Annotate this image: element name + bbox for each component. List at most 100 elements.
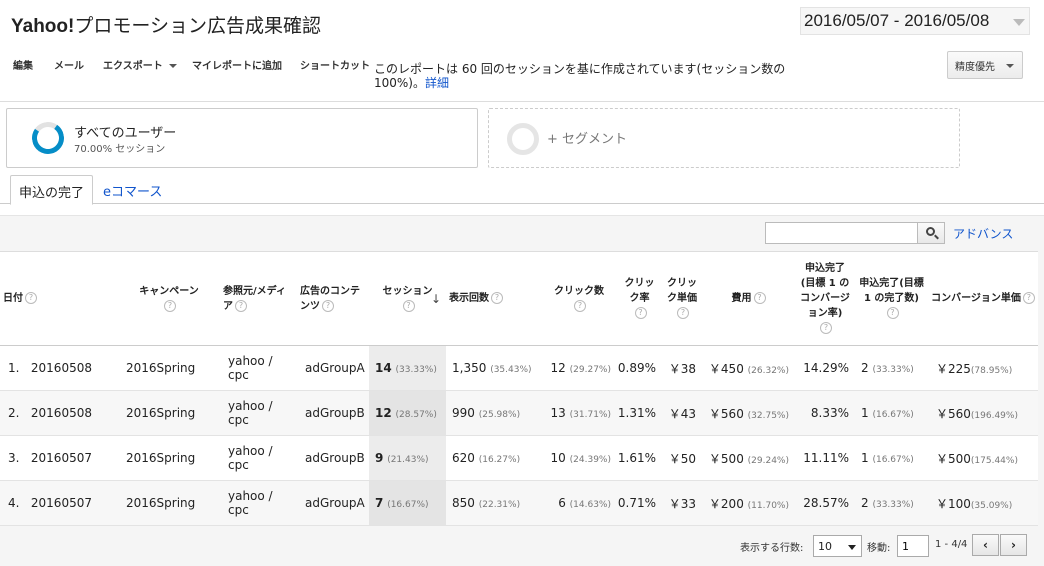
campaign-link[interactable]: 2016Spring	[126, 451, 195, 465]
help-icon[interactable]: ?	[235, 299, 247, 312]
table-row[interactable]: 3. 20160507 2016Spring yahoo / cpc adGroupB…	[0, 435, 1038, 481]
help-icon[interactable]: ?	[402, 299, 415, 312]
add-to-myreport-button[interactable]: マイレポートに追加	[192, 57, 282, 72]
mail-button[interactable]: メール	[54, 57, 84, 72]
cell-campaign: 2016Spring	[118, 480, 220, 526]
campaign-link[interactable]: 2016Spring	[126, 496, 195, 510]
source-link[interactable]: yahoo / cpc	[228, 354, 273, 382]
table-row[interactable]: 2. 20160508 2016Spring yahoo / cpc adGroupB…	[0, 390, 1038, 436]
cost-pct: (11.70%)	[747, 500, 789, 511]
report-tabs: 申込の完了 eコマース	[0, 175, 1044, 205]
source-link[interactable]: yahoo / cpc	[228, 489, 273, 517]
col-header-campaign[interactable]: キャンペーン?	[118, 251, 220, 346]
cost-pct: (26.32%)	[747, 365, 789, 376]
segment-sessions: 70.00% セッション	[74, 144, 166, 155]
shortcut-button[interactable]: ショートカット	[300, 57, 370, 72]
search-input[interactable]	[765, 222, 918, 244]
content-link[interactable]: adGroupB	[305, 451, 365, 465]
cell-ctr: 0.71%	[617, 480, 662, 526]
col-header-impressions[interactable]: 表示回数?	[446, 251, 541, 346]
goto-page-input[interactable]	[897, 535, 929, 557]
detail-link[interactable]: 詳細	[425, 76, 449, 90]
goal-count-pct: (16.67%)	[872, 455, 914, 465]
col-cost-label: 費用	[731, 293, 752, 304]
goal-count-value: 2	[861, 361, 869, 375]
export-button[interactable]: エクスポート	[103, 57, 177, 72]
col-header-goal-count[interactable]: 申込完了(目標 1 の完了数)?	[855, 251, 928, 346]
cell-campaign: 2016Spring	[118, 390, 220, 436]
edit-button[interactable]: 編集	[13, 57, 33, 72]
cell-goal-rate: 28.57%	[795, 480, 855, 526]
col-header-content[interactable]: 広告のコンテンツ?	[297, 251, 369, 346]
col-header-clicks[interactable]: クリック数?	[541, 251, 617, 346]
sessions-pct: (21.43%)	[387, 455, 429, 465]
export-label: エクスポート	[103, 61, 163, 72]
accuracy-select[interactable]: 精度優先	[947, 51, 1023, 79]
cell-clicks: 12 (29.27%)	[541, 345, 617, 391]
help-icon[interactable]: ?	[753, 292, 766, 304]
goal-count-value: 1	[861, 451, 869, 465]
cell-sessions: 14 (33.33%)	[369, 345, 446, 391]
content-link[interactable]: adGroupA	[305, 361, 365, 375]
sessions-pct: (28.57%)	[395, 410, 437, 420]
search-button[interactable]	[917, 222, 945, 244]
col-header-sessions[interactable]: セッション? ↓	[369, 251, 446, 346]
help-icon[interactable]: ?	[677, 307, 689, 319]
col-header-cost[interactable]: 費用?	[702, 251, 795, 346]
cost-value: ￥500	[708, 451, 744, 466]
cost-pct: (32.75%)	[747, 410, 789, 421]
col-header-cpa[interactable]: コンバージョン単価?	[928, 251, 1038, 346]
cell-source: yahoo / cpc	[220, 435, 297, 481]
cell-goal-rate: 8.33%	[795, 390, 855, 436]
advanced-filter-link[interactable]: アドバンス	[953, 225, 1013, 242]
rows-per-page-select[interactable]: 10	[813, 535, 862, 557]
cell-sessions: 7 (16.67%)	[369, 480, 446, 526]
help-icon[interactable]: ?	[491, 292, 503, 304]
help-icon[interactable]: ?	[820, 322, 832, 334]
tab-application-complete[interactable]: 申込の完了	[10, 175, 94, 205]
date-link[interactable]: 20160508	[31, 361, 92, 375]
tab-ecommerce[interactable]: eコマース	[95, 175, 170, 204]
cell-goal-count: 2 (33.33%)	[855, 345, 928, 391]
date-range-picker[interactable]: 2016/05/07 - 2016/05/08	[800, 7, 1030, 35]
prev-page-button[interactable]: ‹	[972, 534, 999, 556]
source-link[interactable]: yahoo / cpc	[228, 444, 273, 472]
help-icon[interactable]: ?	[1022, 292, 1035, 304]
campaign-link[interactable]: 2016Spring	[126, 406, 195, 420]
help-icon[interactable]: ?	[574, 299, 586, 312]
col-impressions-label: 表示回数	[449, 293, 489, 304]
cost-value: ￥560	[708, 406, 744, 421]
add-segment-label: + セグメント	[547, 132, 628, 147]
cell-cost: ￥450 (26.32%)	[702, 345, 795, 391]
add-segment-button[interactable]: + セグメント	[488, 108, 960, 168]
date-link[interactable]: 20160507	[31, 451, 92, 465]
report-toolbar: 編集 メール エクスポート マイレポートに追加 ショートカット このレポートは …	[0, 46, 1044, 102]
content-link[interactable]: adGroupB	[305, 406, 365, 420]
table-search	[765, 222, 945, 244]
col-header-goal-rate[interactable]: 申込完了(目標 1 のコンバージョン率)?	[795, 251, 855, 346]
sessions-value: 12	[375, 406, 392, 420]
help-icon[interactable]: ?	[25, 292, 37, 304]
cell-cost: ￥500 (29.24%)	[702, 435, 795, 481]
campaign-link[interactable]: 2016Spring	[126, 361, 195, 375]
segment-donut-icon	[29, 119, 67, 157]
table-row[interactable]: 1. 20160508 2016Spring yahoo / cpc adGroupA…	[0, 345, 1038, 391]
date-link[interactable]: 20160507	[31, 496, 92, 510]
col-header-source[interactable]: 参照元/メディア?	[220, 251, 297, 346]
date-link[interactable]: 20160508	[31, 406, 92, 420]
rows-per-page-label: 表示する行数:	[740, 543, 804, 554]
col-header-cpc[interactable]: クリック単価?	[662, 251, 702, 346]
next-page-button[interactable]: ›	[1000, 534, 1027, 556]
help-icon[interactable]: ?	[322, 299, 334, 312]
source-link[interactable]: yahoo / cpc	[228, 399, 273, 427]
content-link[interactable]: adGroupA	[305, 496, 365, 510]
help-icon[interactable]: ?	[164, 299, 176, 312]
cell-cpc: ￥43	[662, 390, 702, 436]
sessions-pct: (33.33%)	[395, 365, 437, 375]
col-header-date[interactable]: 日付?	[0, 251, 118, 346]
help-icon[interactable]: ?	[634, 307, 647, 319]
col-header-ctr[interactable]: クリック率?	[617, 251, 662, 346]
help-icon[interactable]: ?	[886, 307, 899, 319]
segment-all-users[interactable]: すべてのユーザー 70.00% セッション	[6, 108, 478, 168]
table-row[interactable]: 4. 20160507 2016Spring yahoo / cpc adGroupA…	[0, 480, 1038, 526]
